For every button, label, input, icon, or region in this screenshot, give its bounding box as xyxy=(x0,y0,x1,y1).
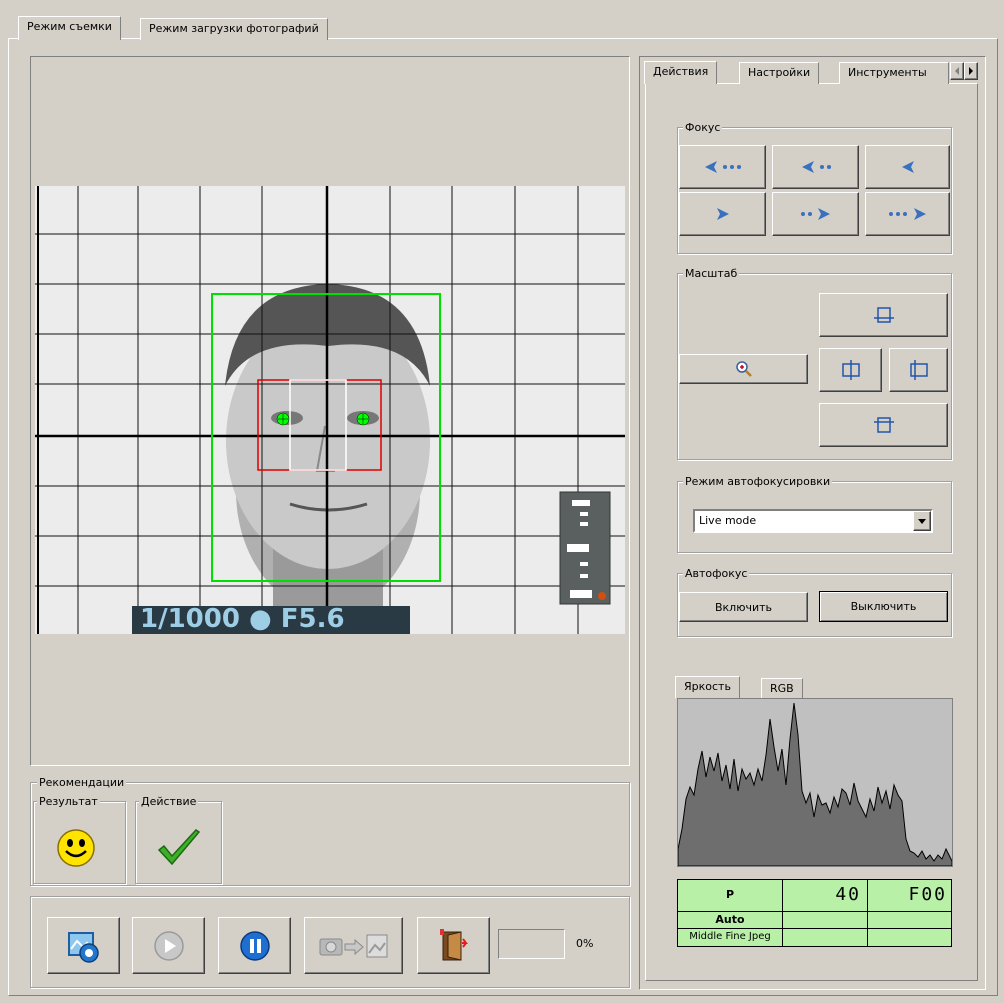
frame-top-button[interactable] xyxy=(819,293,948,337)
camera-to-image-icon xyxy=(319,934,387,957)
tab-scroll-right-button[interactable] xyxy=(964,62,978,80)
play-icon xyxy=(153,930,184,961)
arrow-left-icon xyxy=(955,67,959,75)
tab-settings[interactable]: Настройки xyxy=(739,62,820,84)
histogram-panel xyxy=(677,698,953,867)
magnifier-icon xyxy=(735,361,752,377)
chevron-down-icon xyxy=(918,518,926,524)
progress-bar xyxy=(498,929,565,959)
frame-move-right-icon xyxy=(909,360,928,380)
frame-move-down-icon xyxy=(873,417,894,433)
action-group: Действие xyxy=(135,795,222,884)
frame-right-button[interactable] xyxy=(889,348,948,392)
wb-cell: Auto xyxy=(678,912,783,929)
transfer-photo-button[interactable] xyxy=(304,917,403,974)
focus-far-large-button[interactable] xyxy=(865,192,950,236)
tab-upload-mode[interactable]: Режим загрузки фотографий xyxy=(140,18,328,40)
focus-far-medium-button[interactable] xyxy=(772,192,859,236)
dropdown-button[interactable] xyxy=(913,511,931,531)
focus-far-small-button[interactable] xyxy=(679,192,766,236)
autofocus-on-button[interactable]: Включить xyxy=(679,592,808,622)
arrow-right-icon xyxy=(969,67,973,75)
af-mode-select[interactable]: Live mode xyxy=(693,509,933,533)
exit-button[interactable] xyxy=(417,917,490,974)
smiley-icon xyxy=(57,829,95,867)
tab-shooting-mode[interactable]: Режим съемки xyxy=(18,16,121,40)
zoom-button[interactable] xyxy=(679,354,808,384)
arrow-right-icon xyxy=(716,208,729,220)
af-mode-value: Live mode xyxy=(699,514,757,527)
tab-brightness[interactable]: Яркость xyxy=(675,676,740,698)
focus-near-large-button[interactable] xyxy=(679,145,766,189)
exposure-overlay-text: 1/1000 ● F5.6 xyxy=(140,604,345,634)
progress-text: 0% xyxy=(576,937,594,950)
arrow-left-icon xyxy=(901,161,914,173)
autofocus-off-button[interactable]: Выключить xyxy=(819,591,948,622)
mode-cell: P xyxy=(678,880,783,912)
camera-capture-icon xyxy=(67,931,99,963)
empty-cell-4 xyxy=(868,929,951,946)
tab-scroll-left-button[interactable] xyxy=(950,62,964,80)
camera-info-table: P 40 F00 Auto Middle Fine Jpeg xyxy=(677,879,952,947)
play-button[interactable] xyxy=(132,917,205,974)
empty-cell-2 xyxy=(868,912,951,929)
frame-left-button[interactable] xyxy=(819,348,882,392)
arrow-right-triple-icon xyxy=(888,208,926,220)
tab-actions[interactable]: Действия xyxy=(644,61,718,84)
tab-tools[interactable]: Инструменты xyxy=(839,62,949,84)
live-view: 1/1000 ● F5.6 xyxy=(35,186,625,634)
arrow-left-double-icon xyxy=(801,161,831,173)
empty-cell-1 xyxy=(783,912,868,929)
shutter-cell: 40 xyxy=(783,880,868,912)
frame-move-left-icon xyxy=(841,360,860,380)
capture-button[interactable] xyxy=(47,917,120,974)
pause-button[interactable] xyxy=(218,917,291,974)
focus-near-small-button[interactable] xyxy=(865,145,950,189)
focus-near-medium-button[interactable] xyxy=(772,145,859,189)
exit-door-icon xyxy=(439,928,468,961)
aperture-cell: F00 xyxy=(868,880,951,912)
empty-cell-3 xyxy=(783,929,868,946)
tab-rgb[interactable]: RGB xyxy=(761,678,803,698)
frame-move-up-icon xyxy=(873,307,894,323)
result-group: Результат xyxy=(33,795,126,884)
frame-bottom-button[interactable] xyxy=(819,403,948,447)
arrow-left-triple-icon xyxy=(704,161,741,173)
checkmark-icon xyxy=(157,829,201,866)
pause-icon xyxy=(239,930,270,961)
arrow-right-double-icon xyxy=(800,208,830,220)
quality-cell: Middle Fine Jpeg xyxy=(678,929,783,946)
histogram-graph xyxy=(677,702,953,867)
